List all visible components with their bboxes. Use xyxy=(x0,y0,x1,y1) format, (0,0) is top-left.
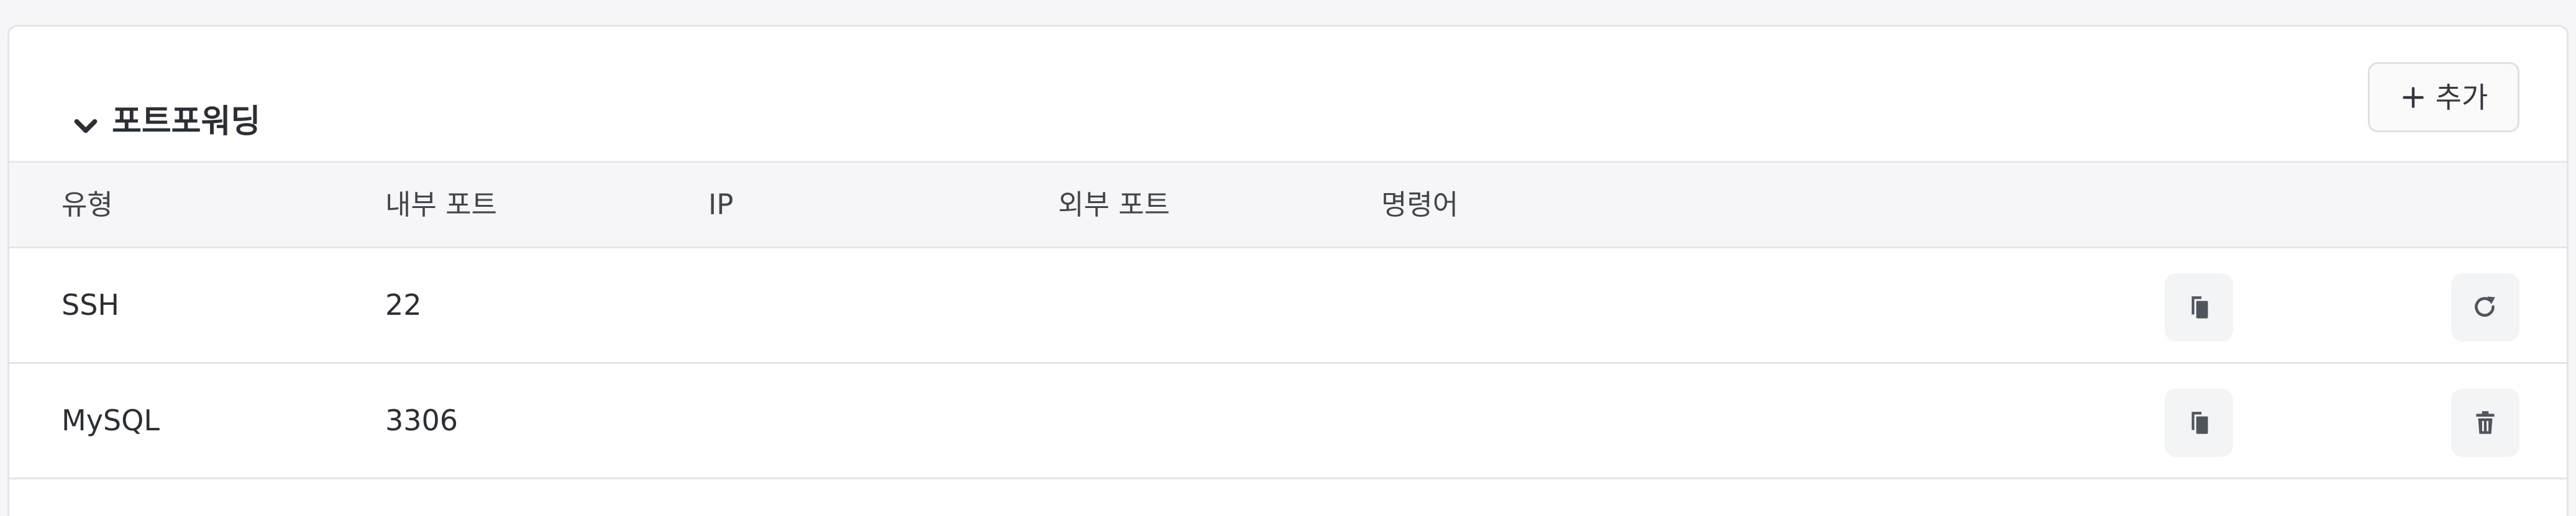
copy-button[interactable] xyxy=(2165,389,2233,457)
refresh-icon xyxy=(2475,296,2495,317)
column-header-type: 유형 xyxy=(62,188,113,221)
cell-type: SSH xyxy=(62,288,119,322)
cell-internal-port: 3306 xyxy=(385,404,459,437)
table-row: SSH 22 xyxy=(9,248,2567,364)
add-button-label: 추가 xyxy=(2435,80,2488,114)
copy-icon xyxy=(2191,296,2208,319)
panel-title: 포트포워딩 xyxy=(112,103,261,140)
trash-icon xyxy=(2476,411,2495,434)
copy-button[interactable] xyxy=(2165,273,2233,342)
copy-icon xyxy=(2191,412,2208,434)
port-forwarding-panel: 포트포워딩 추가 유형 내부 포트 IP 외부 포트 명령어 SSH 22 My… xyxy=(7,25,2569,516)
column-header-command: 명령어 xyxy=(1381,188,1459,221)
panel-header: 포트포워딩 추가 xyxy=(9,27,2567,163)
refresh-button[interactable] xyxy=(2451,273,2519,342)
column-header-external-port: 외부 포트 xyxy=(1058,188,1170,221)
cell-internal-port: 22 xyxy=(385,288,422,322)
table-row: MySQL 3306 xyxy=(9,364,2567,479)
chevron-down-icon[interactable] xyxy=(64,104,107,148)
add-button[interactable]: 추가 xyxy=(2368,62,2519,132)
column-header-ip: IP xyxy=(708,188,734,221)
cell-type: MySQL xyxy=(62,404,160,437)
column-header-internal-port: 내부 포트 xyxy=(385,188,497,221)
plus-icon xyxy=(2402,86,2424,108)
delete-button[interactable] xyxy=(2451,389,2519,457)
table-header-row: 유형 내부 포트 IP 외부 포트 명령어 xyxy=(9,163,2567,248)
